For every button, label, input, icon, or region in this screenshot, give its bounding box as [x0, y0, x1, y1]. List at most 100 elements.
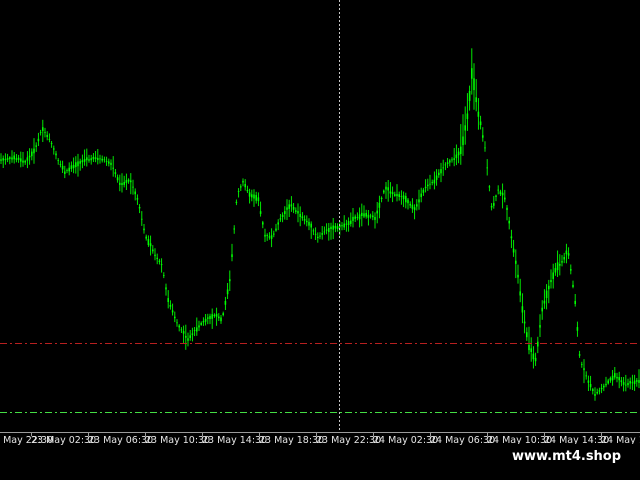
candle-body [488, 186, 491, 188]
candle-body [607, 380, 609, 384]
candle-body [563, 257, 565, 260]
candle-body [422, 189, 425, 193]
candle-body [576, 327, 579, 331]
candle-body [451, 159, 453, 161]
time-axis-label: 23 May 14:30 [202, 435, 267, 446]
candle-body [363, 213, 365, 217]
candle-body [257, 197, 260, 202]
candle-body [350, 220, 352, 224]
candle-body [391, 192, 394, 195]
candle-body [420, 193, 422, 198]
candle-body [499, 191, 502, 195]
candle-body [145, 236, 147, 239]
candle-body [279, 218, 282, 220]
candle-body [523, 321, 526, 324]
candle-body [374, 217, 376, 220]
candle-body [416, 204, 418, 207]
candle-body [424, 186, 427, 189]
candle-body [385, 186, 387, 190]
candle-body [31, 151, 33, 157]
candle-body [200, 322, 202, 325]
candle-body [332, 225, 334, 230]
candle-body [112, 167, 114, 169]
candle-body [585, 375, 587, 377]
candle-body [48, 139, 51, 140]
candle-body [15, 158, 18, 160]
candle-body [79, 161, 81, 164]
candle-body [438, 172, 440, 176]
candle-body [427, 184, 429, 187]
candle-body [86, 157, 88, 161]
candle-body [4, 159, 7, 161]
candle-body [475, 97, 477, 103]
candle-body [37, 138, 40, 142]
candle-body [0, 159, 2, 161]
candle-body [182, 331, 185, 334]
candle-body [587, 380, 590, 383]
candle-body [574, 300, 576, 304]
candle-body [446, 162, 449, 164]
candle-body [341, 225, 343, 227]
chart-window[interactable]: 23 May 22:3023 May 02:3023 May 06:3023 M… [0, 0, 640, 480]
candle-body [431, 182, 433, 183]
candle-body [400, 196, 403, 197]
candle-body [222, 313, 224, 315]
candle-body [66, 170, 68, 171]
candle-body [444, 164, 447, 166]
candle-body [268, 236, 271, 238]
candle-body [138, 207, 141, 209]
candle-body [24, 160, 26, 163]
candle-body [154, 254, 156, 257]
candle-body [105, 161, 108, 162]
candle-body [358, 214, 361, 220]
candle-body [99, 158, 101, 160]
candle-body [429, 183, 431, 185]
candle-body [119, 182, 121, 185]
candle-body [550, 280, 552, 283]
candle-body [53, 148, 55, 150]
candle-body [328, 228, 330, 233]
candle-body [6, 158, 9, 160]
candle-body [596, 392, 598, 394]
candle-body [130, 180, 132, 183]
candle-body [473, 78, 475, 91]
candle-body [396, 194, 398, 197]
candle-body [262, 222, 264, 225]
candle-body [605, 383, 607, 386]
candle-body [618, 377, 620, 381]
candle-body [636, 380, 638, 382]
candle-body [530, 348, 532, 352]
candle-body [163, 275, 165, 276]
candle-body [295, 210, 297, 212]
candle-body [515, 260, 517, 264]
candle-body [39, 132, 42, 133]
candle-body [229, 279, 231, 282]
candle-body [114, 172, 117, 174]
candle-body [398, 194, 400, 197]
candle-body [290, 204, 293, 207]
candle-body [411, 204, 414, 209]
candle-body [603, 385, 605, 388]
candle-body [347, 221, 350, 225]
candle-body [567, 253, 570, 256]
candle-body [336, 226, 339, 229]
candle-body [394, 194, 396, 196]
candle-body [620, 380, 623, 383]
candle-body [372, 215, 374, 218]
candle-body [559, 264, 561, 266]
candle-body [61, 165, 64, 170]
candle-body [449, 160, 451, 163]
candle-body [255, 195, 257, 201]
candle-body [42, 127, 44, 131]
candle-body [581, 364, 583, 365]
candle-body [552, 272, 554, 279]
candle-body [72, 164, 75, 169]
candle-body [149, 243, 152, 247]
candle-body [141, 218, 143, 220]
candle-body [572, 284, 574, 287]
price-chart[interactable]: 23 May 22:3023 May 02:3023 May 06:3023 M… [0, 0, 640, 480]
candle-body [147, 239, 150, 245]
candle-body [136, 198, 139, 200]
candle-body [440, 169, 442, 174]
candle-body [198, 325, 200, 328]
